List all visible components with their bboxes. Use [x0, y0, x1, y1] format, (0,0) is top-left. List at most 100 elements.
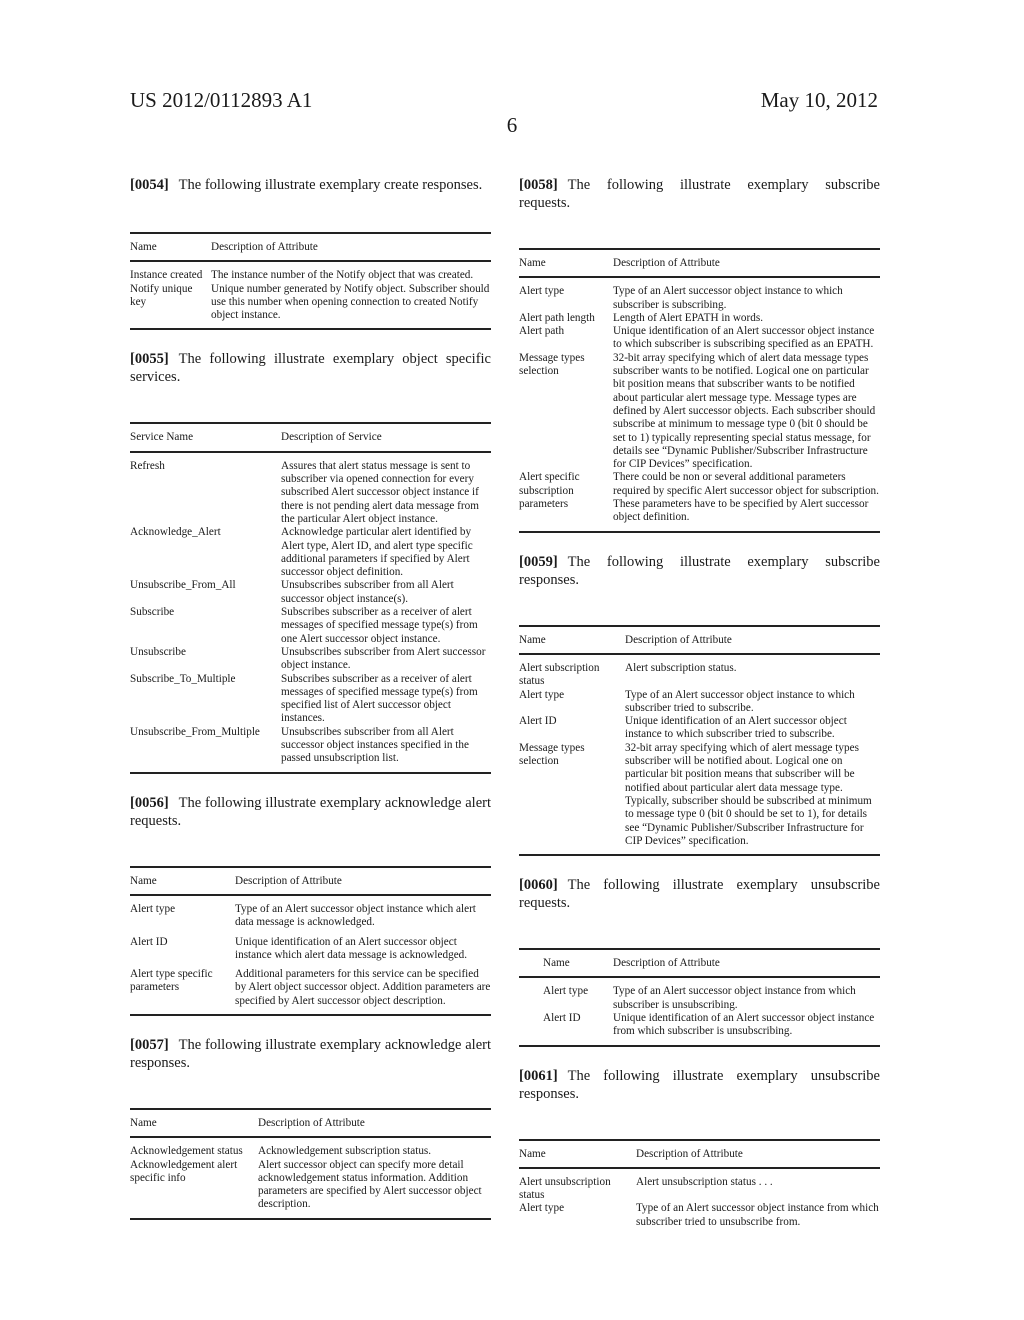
cell-name: Unsubscribe_From_Multiple [130, 725, 281, 774]
table-row: Alert type Type of an Alert successor ob… [519, 689, 880, 716]
table-row: Subscribe Subscribes subscriber as a rec… [130, 606, 491, 646]
cell-name: Alert path [519, 325, 565, 338]
table-row: Acknowledgement status Acknowledgement s… [130, 1137, 491, 1158]
cell-name: Subscribe_To_Multiple [130, 672, 236, 685]
column-header: Name [519, 247, 613, 279]
cell-description: Unique identification of an Alert succes… [613, 1011, 880, 1047]
cell-description: There could be non or several additional… [613, 471, 880, 533]
cell-description: Unique identification of an Alert succes… [613, 325, 875, 351]
cell-name: Unsubscribe [130, 645, 186, 658]
paragraph-0056: [0056] The following illustrate exemplary… [130, 794, 491, 830]
table-header-row: Name Description of Attribute [519, 1138, 880, 1169]
table-row: Alert type Type of an Alert successor ob… [130, 895, 491, 936]
table-row: Alert specific subscription parameters T… [519, 471, 880, 533]
cell-description: Type of an Alert successor object instan… [613, 285, 843, 311]
table-row: Alert type Type of an Alert successor ob… [519, 977, 880, 1012]
table-header-row: Name Description of Attribute [519, 247, 880, 279]
table-row: Notify unique key Unique number generate… [130, 282, 491, 331]
column-header: Name [130, 865, 235, 896]
table-row: Refresh Assures that alert status messag… [130, 452, 491, 526]
header-date: May 10, 2012 [760, 88, 878, 112]
cell-description: Assures that alert status message is sen… [281, 459, 479, 525]
table-row: Unsubscribe_From_Multiple Unsubscribes s… [130, 725, 491, 774]
object-services-table: Service Name Description of Service Refr… [130, 422, 491, 774]
paragraph-text: The following illustrate exemplary subsc… [519, 177, 880, 211]
paragraph-text: The following illustrate exemplary ackno… [130, 794, 491, 829]
header-publication-number: US 2012/0112893 A1 [130, 88, 313, 112]
cell-name: Alert type [519, 688, 565, 701]
cell-name: Alert ID [519, 715, 557, 728]
left-column: [0054] The following illustrate exemplary… [130, 176, 491, 1240]
table-row: Acknowledge_Alert Acknowledge particular… [130, 526, 491, 579]
paragraph-number: [0055] [130, 351, 169, 368]
cell-name: Alert unsubscription status [519, 1175, 611, 1202]
table-row: Alert subscription status Alert subscrip… [519, 654, 880, 689]
table-row: Alert unsubscription status Alert unsubs… [519, 1168, 880, 1203]
cell-name: Subscribe [130, 606, 175, 619]
table-row: Acknowledgement alert specific info Aler… [130, 1158, 491, 1220]
paragraph-text: The following illustrate exemplary creat… [178, 177, 483, 193]
paragraph-number: [0056] [130, 794, 169, 811]
cell-description: Type of an Alert successor object instan… [235, 902, 476, 929]
column-header: Name [519, 948, 613, 979]
table-header-row: Service Name Description of Service [130, 422, 491, 453]
column-header: Service Name [130, 422, 281, 453]
column-header: Name [519, 624, 625, 655]
cell-description: Unsubscribes subscriber from Alert succe… [281, 645, 486, 672]
table-row: Unsubscribe_From_All Unsubscribes subscr… [130, 579, 491, 606]
cell-name: Alert ID [519, 1011, 613, 1047]
cell-name: Notify unique key [130, 282, 211, 331]
cell-description: Alert successor object can specify more … [258, 1158, 491, 1220]
cell-name: Alert subscription status [519, 661, 600, 688]
column-header: Description of Attribute [235, 865, 491, 896]
cell-description: Additional parameters for this service c… [235, 968, 491, 1016]
cell-name: Refresh [130, 459, 165, 472]
column-header: Description of Attribute [613, 247, 880, 279]
table-row: Message types selection 32-bit array spe… [519, 352, 880, 472]
cell-description: Type of an Alert successor object instan… [613, 985, 856, 1011]
cell-name: Acknowledgement alert specific info [130, 1158, 258, 1220]
table-header-row: Name Description of Attribute [130, 1107, 491, 1139]
table-row: Alert ID Unique identification of an Ale… [519, 1011, 880, 1047]
cell-description: Unsubscribes subscriber from all Alert s… [281, 579, 454, 605]
paragraph-number: [0054] [130, 177, 169, 193]
acknowledge-requests-table: Name Description of Attribute Alert type… [130, 865, 491, 1016]
subscribe-requests-table: Name Description of Attribute Alert type… [519, 247, 880, 533]
paragraph-number: [0057] [130, 1036, 169, 1053]
cell-name: Acknowledge_Alert [130, 526, 221, 539]
paragraph-0059: [0059] The following illustrate exemplary… [519, 553, 880, 589]
unsubscribe-responses-table: Name Description of Attribute Alert unsu… [519, 1138, 880, 1229]
paragraph-number: [0059] [519, 553, 558, 570]
cell-name: Message types selection [519, 741, 625, 857]
cell-name: Alert path length [519, 311, 595, 324]
cell-name: Acknowledgement status [130, 1145, 243, 1158]
paragraph-text: The following illustrate exemplary subsc… [519, 553, 880, 588]
column-header: Name [130, 1107, 258, 1139]
cell-description: Length of Alert EPATH in words. [613, 311, 763, 324]
column-header: Name [519, 1138, 636, 1169]
cell-description: Type of an Alert successor object instan… [625, 688, 855, 714]
cell-description: Unique number generated by Notify object… [211, 282, 491, 331]
page-number: 6 [506, 113, 518, 137]
cell-description: 32-bit array specifying which of alert m… [625, 741, 880, 857]
cell-description: Acknowledgement subscription status. [258, 1145, 432, 1158]
column-header: Description of Attribute [211, 231, 491, 263]
cell-name: Alert type specific parameters [130, 968, 235, 1016]
table-row: Alert type Type of an Alert successor ob… [519, 1202, 880, 1229]
column-header: Description of Service [281, 422, 491, 453]
table-row: Alert path length Length of Alert EPATH … [519, 312, 880, 325]
cell-description: Alert subscription status. [625, 661, 737, 674]
cell-description: Type of an Alert successor object instan… [636, 1202, 879, 1228]
column-header: Name [130, 231, 211, 263]
cell-name: Alert specific subscription parameters [519, 471, 613, 533]
paragraph-0057: [0057] The following illustrate exemplary… [130, 1036, 491, 1072]
paragraph-number: [0058] [519, 177, 558, 193]
table-row: Subscribe_To_Multiple Subscribes subscri… [130, 673, 491, 726]
cell-name: Alert type [519, 1202, 565, 1215]
cell-description: Alert unsubscription status . . . [636, 1175, 773, 1188]
table-header-row: Name Description of Attribute [519, 948, 880, 979]
table-row: Alert ID Unique identification of an Ale… [130, 936, 491, 969]
cell-name: Alert ID [130, 935, 168, 948]
cell-description: Unsubscribes subscriber from all Alert s… [281, 725, 491, 774]
paragraph-text: The following illustrate exemplary unsub… [519, 877, 880, 912]
